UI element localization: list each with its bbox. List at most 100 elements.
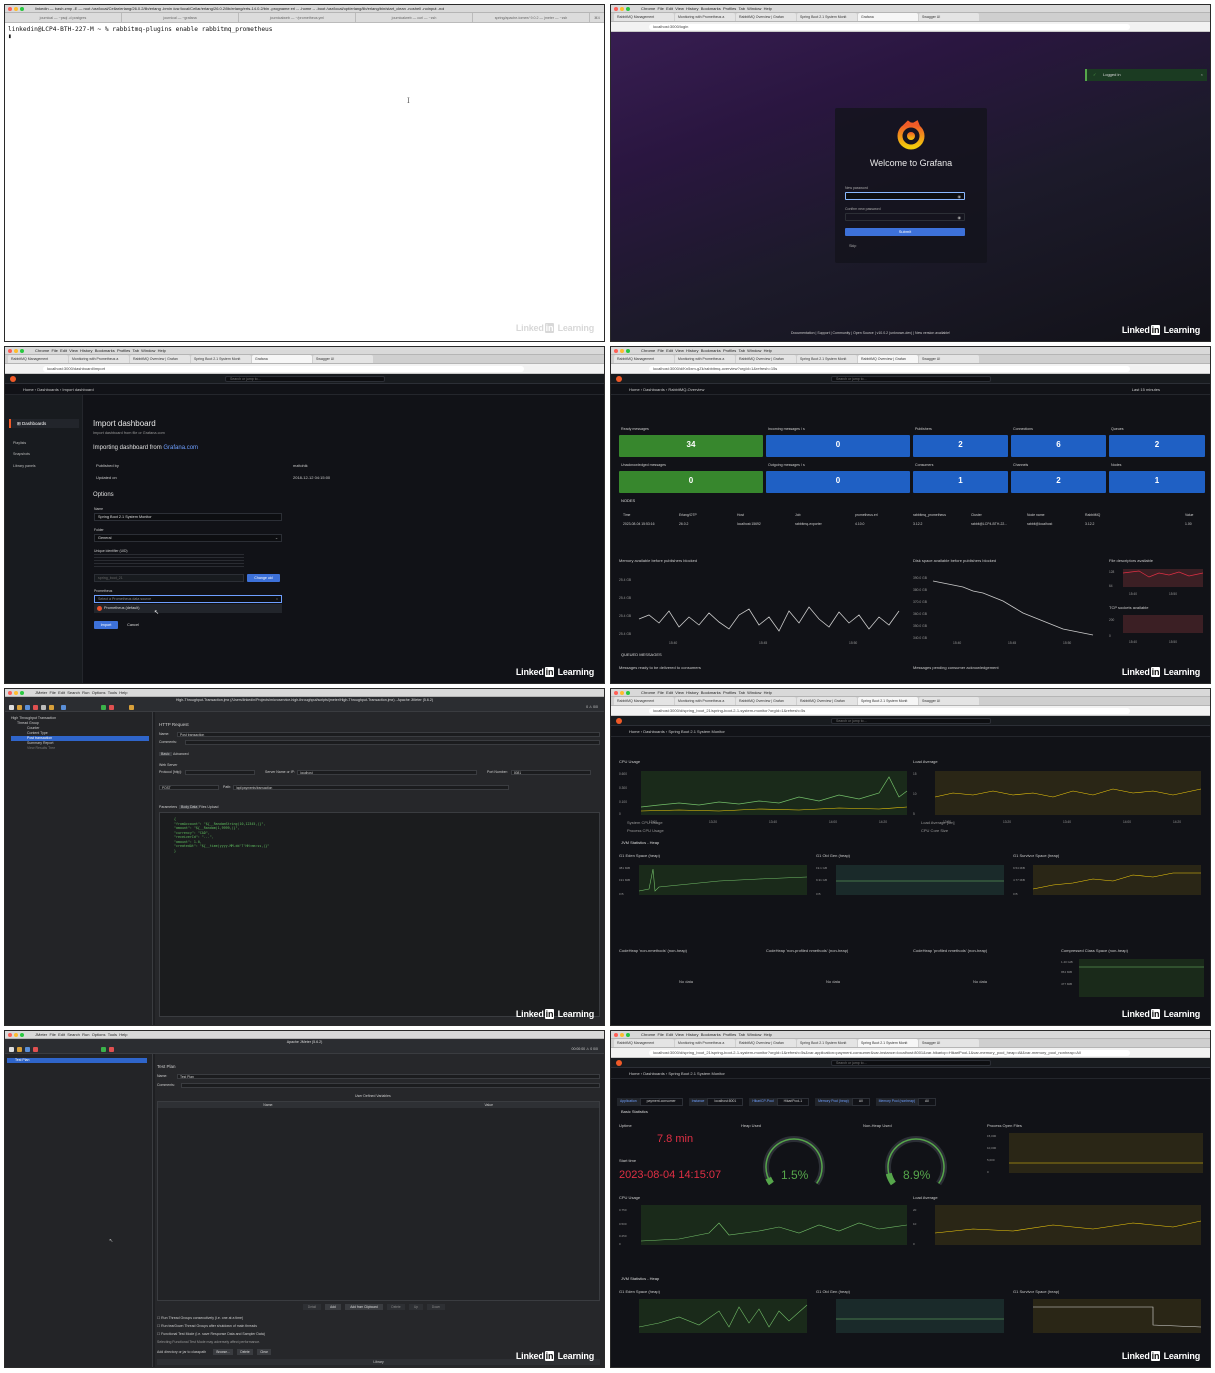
legend-item[interactable]: System CPU Usage	[627, 820, 663, 825]
browser-tab[interactable]: RabbitMQ Overview | Grafan	[736, 355, 796, 363]
column-header[interactable]: Host	[737, 513, 744, 517]
column-header[interactable]: Node name	[1027, 513, 1045, 517]
stat-panel[interactable]: Queues 2	[1109, 427, 1205, 457]
footer-link[interactable]: Open Source	[853, 331, 874, 335]
stat-panel[interactable]: Connections 6	[1011, 427, 1106, 457]
new-icon[interactable]	[9, 705, 14, 710]
browser-tab[interactable]: RabbitMQ Overview | Grafan	[797, 697, 857, 705]
browser-tab[interactable]: Monitoring with Prometheus a	[675, 1039, 735, 1047]
browser-tab[interactable]: Monitoring with Prometheus a	[675, 355, 735, 363]
name-input[interactable]: Test Plan	[177, 1074, 600, 1079]
browser-tab[interactable]: Swagger UI	[919, 13, 979, 21]
column-header[interactable]: Value	[1185, 513, 1193, 517]
folder-select[interactable]: General ⌄	[94, 534, 282, 542]
grafana-com-link[interactable]: Grafana.com	[163, 445, 198, 451]
tree-item-selected[interactable]: Test Plan	[7, 1058, 147, 1063]
variable-picker[interactable]: Memory Pool (heap) All	[815, 1098, 870, 1106]
stat-panel[interactable]: Consumers 1	[913, 463, 1008, 493]
terminal-tab[interactable]: journical — ~psql -d postgres	[5, 13, 122, 22]
stat-panel[interactable]: Ready messages 34	[619, 427, 763, 457]
url-input[interactable]: localhost:3000/d/Kn5xm-gZk/rabbitmq-over…	[649, 366, 1130, 372]
body-tab[interactable]: Parameters	[159, 805, 177, 809]
close-icon[interactable]: ×	[1201, 69, 1203, 81]
url-input[interactable]: localhost:3000/dashboard/import	[43, 366, 524, 372]
up-button[interactable]: Up	[409, 1304, 423, 1310]
tree-item[interactable]: View Results Tree	[27, 746, 55, 751]
prometheus-option[interactable]: Prometheus (default)	[94, 604, 282, 613]
browser-tab[interactable]: RabbitMQ Management	[614, 1039, 674, 1047]
search-input[interactable]: Search or jump to...	[225, 376, 385, 382]
change-uid-button[interactable]: Change uid	[247, 574, 280, 582]
search-input[interactable]: Search or jump to...	[831, 718, 991, 724]
open-icon[interactable]	[17, 705, 22, 710]
column-header[interactable]: rabbitmq_prometheus	[913, 513, 946, 517]
variable-picker[interactable]: Application payment-consumer	[617, 1098, 683, 1106]
footer-link[interactable]: Support	[817, 331, 829, 335]
add-button[interactable]: Add	[325, 1304, 341, 1310]
sidebar-item-snapshots[interactable]: Snapshots	[13, 452, 30, 456]
server-input[interactable]: localhost	[297, 770, 477, 775]
delete-classpath-button[interactable]: Delete	[237, 1349, 253, 1355]
tab-advanced[interactable]: Advanced	[173, 752, 189, 756]
submit-button[interactable]: Submit	[845, 228, 965, 236]
browser-tab[interactable]: RabbitMQ Management	[614, 697, 674, 705]
name-input[interactable]: Spring Boot 2.1 System Monitor	[94, 513, 282, 521]
stop-icon[interactable]	[109, 705, 114, 710]
delete-button[interactable]: Delete	[387, 1304, 405, 1310]
name-input[interactable]: Post transaction	[177, 732, 600, 737]
terminal-prompt[interactable]: linkedin@LCP4-BTH-227-M ~ % rabbitmq-plu…	[8, 26, 273, 33]
stat-panel[interactable]: Outgoing messages / s 0	[766, 463, 910, 493]
footer-link[interactable]: Community	[833, 331, 851, 335]
terminal-tab[interactable]: journicalweb — curl — ~zsh	[356, 13, 473, 22]
browser-tab[interactable]: Monitoring with Prometheus a	[69, 355, 129, 363]
column-header[interactable]: prometheus.erl	[855, 513, 878, 517]
column-header[interactable]: Cluster	[971, 513, 982, 517]
terminal-tab[interactable]: spring/apache-tomee/ 9.0.2 — jmeter — ~z…	[473, 13, 590, 22]
eye-icon[interactable]: ◉	[958, 215, 962, 220]
jvm-section-title[interactable]: JVM Statistics - Heap	[621, 840, 659, 845]
down-button[interactable]: Down	[427, 1304, 445, 1310]
stat-panel[interactable]: Incoming messages / s 0	[766, 427, 910, 457]
browser-tab-active[interactable]: RabbitMQ Overview | Grafan	[858, 355, 918, 363]
checkbox-teardown[interactable]: ☐ Run tearDown Thread Groups after shutd…	[157, 1324, 257, 1328]
save-icon[interactable]	[25, 1047, 30, 1052]
legend-item[interactable]: CPU Core Size	[921, 828, 948, 833]
browser-tab[interactable]: RabbitMQ Management	[614, 13, 674, 21]
sidebar-item-dashboards[interactable]: ⊞ Dashboards	[9, 419, 79, 428]
url-input[interactable]: localhost:3000/d/spring_boot_21/spring-b…	[649, 1050, 1130, 1056]
browser-tab-active[interactable]: Spring Boot 2.1 System Monit	[858, 1039, 918, 1047]
stat-panel[interactable]: Nodes 1	[1109, 463, 1205, 493]
eye-icon[interactable]: ◉	[958, 194, 962, 199]
browser-tab[interactable]: Spring Boot 2.1 System Monit	[797, 355, 857, 363]
variable-picker[interactable]: Instance localhost:8001	[688, 1098, 744, 1106]
new-icon[interactable]	[9, 1047, 14, 1052]
browser-tab-active[interactable]: Grafana	[858, 13, 918, 21]
open-icon[interactable]	[17, 1047, 22, 1052]
footer-link[interactable]: New version available!	[915, 331, 950, 335]
clear-icon[interactable]	[129, 705, 134, 710]
browser-tab[interactable]: RabbitMQ Overview | Grafan	[736, 1039, 796, 1047]
sidebar-item-library-panels[interactable]: Library panels	[13, 464, 36, 468]
tab-basic[interactable]: Basic	[159, 752, 172, 756]
comments-input[interactable]	[181, 1083, 600, 1088]
add-from-clipboard-button[interactable]: Add from Clipboard	[345, 1304, 383, 1310]
new-password-field[interactable]: ◉	[845, 192, 965, 200]
jvm-section-title[interactable]: JVM Statistics - Heap	[621, 1276, 659, 1281]
time-picker[interactable]: Last 15 minutes	[1132, 384, 1160, 395]
sidebar-item-playlists[interactable]: Playlists	[13, 441, 26, 445]
browser-tab[interactable]: RabbitMQ Overview | Grafan	[130, 355, 190, 363]
start-icon[interactable]	[101, 705, 106, 710]
column-header[interactable]: Job	[795, 513, 800, 517]
terminal-tab[interactable]: journical — ~grafana	[122, 13, 239, 22]
stop-icon[interactable]	[109, 1047, 114, 1052]
grafana-logo-icon[interactable]	[10, 376, 16, 382]
paste-icon[interactable]	[49, 705, 54, 710]
search-input[interactable]: Search or jump to...	[831, 1060, 991, 1066]
browser-tab[interactable]: Swagger UI	[919, 697, 979, 705]
grafana-logo-icon[interactable]	[616, 718, 622, 724]
footer-link[interactable]: v10.0.2 (unknown-dev)	[877, 331, 913, 335]
cut-icon[interactable]	[33, 705, 38, 710]
url-input[interactable]: localhost:3000/d/spring_boot_21/spring-b…	[649, 708, 1130, 714]
browse-button[interactable]: Browse...	[213, 1349, 233, 1355]
body-tab[interactable]: Files Upload	[199, 805, 218, 809]
